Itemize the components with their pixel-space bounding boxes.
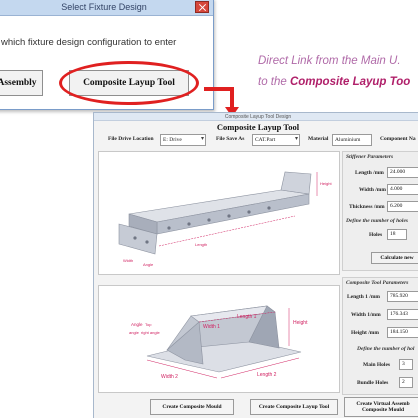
dialog-title-bar: Select Fixture Design <box>0 0 213 16</box>
bundle-holes-label: Bundle Holes <box>357 380 389 386</box>
diagram2-length2-label: Length 2 <box>257 372 277 378</box>
tool-length-label: Length 1 /mm <box>347 294 380 300</box>
create-composite-mould-button[interactable]: Create Composite Mould <box>150 399 234 415</box>
stiffener-width-label: Width /mm <box>359 187 386 193</box>
stiffener-parameters-panel: Stiffener Parameters Length /mm 24.000 W… <box>342 151 418 271</box>
select-fixture-dialog: Select Fixture Design which fixture desi… <box>0 0 214 110</box>
close-icon[interactable] <box>195 1 209 13</box>
diagram2-width2-label: Width 2 <box>161 374 178 380</box>
file-save-label: File Save As <box>216 136 245 142</box>
diagram2-angle-label: Angle <box>131 322 143 327</box>
window-title: Composite Layup Tool Design <box>94 113 418 121</box>
highlight-oval <box>59 61 199 105</box>
window-heading: Composite Layup Tool <box>216 122 300 132</box>
annotation-line2: to the Composite Layup Too <box>258 76 410 88</box>
file-drive-label: File Drive Location <box>108 136 154 142</box>
stiffener-length-label: Length /mm <box>355 170 384 176</box>
create-virtual-assembly-button[interactable]: Create Virtual Assemb Composite Mould <box>344 397 418 417</box>
annotation-highlight: Composite Layup Too <box>289 76 411 88</box>
calculate-new-button[interactable]: Calculate new <box>371 252 418 264</box>
diagram2-width1-label: Width 1 <box>203 324 220 330</box>
material-label: Material <box>308 136 329 142</box>
stiffener-holes-title: Define the number of holes <box>346 218 409 224</box>
composite-tool-diagram-panel: Width 1 Length 1 Height Width 2 Length 2… <box>98 285 340 393</box>
diagram2-angle-left-label: angle <box>129 330 140 335</box>
tool-length-input[interactable]: 785.920 <box>387 291 418 302</box>
annotation-line1: Direct Link from the Main U. <box>258 55 401 67</box>
stiffener-section-title: Stiffener Parameters <box>346 154 394 160</box>
tool-section-title: Composite Tool Parameters <box>346 280 409 286</box>
diagram1-length-label: Length <box>195 242 207 247</box>
dialog-title: Select Fixture Design <box>61 2 147 12</box>
composite-tool-diagram: Width 1 Length 1 Height Width 2 Length 2… <box>129 305 308 380</box>
file-save-select[interactable]: CAT.Part <box>252 134 300 146</box>
bundle-holes-input[interactable]: 2 <box>399 377 413 388</box>
screenshot-stage: Select Fixture Design which fixture desi… <box>0 0 418 418</box>
file-drive-select[interactable]: E: Drive <box>160 134 206 146</box>
main-holes-label: Main Holes <box>363 362 391 368</box>
stiffener-thickness-label: Thickness /mm <box>349 204 385 210</box>
tool-width-label: Width 1/mm <box>351 312 381 318</box>
main-holes-input[interactable]: 3 <box>399 359 413 370</box>
diagram1-width-label: Width <box>123 258 133 263</box>
file-settings-row: File Drive Location E: Drive File Save A… <box>94 134 418 148</box>
stiffener-holes-label: Holes <box>369 232 383 238</box>
tool-width-input[interactable]: 176.343 <box>387 309 418 320</box>
stiffener-width-input[interactable]: 4.000 <box>387 184 418 195</box>
assembly-button[interactable]: Assembly <box>0 70 43 96</box>
diagram1-height-label: Height <box>320 181 332 186</box>
diagram2-length1-label: Length 1 <box>237 314 257 320</box>
diagram2-right-angle-label: right angle <box>141 330 160 335</box>
stiffener-diagram: Length Height Width Angle <box>118 171 332 267</box>
diagram2-top-label: Top <box>145 322 152 327</box>
composite-tool-parameters-panel: Composite Tool Parameters Length 1 /mm 7… <box>342 277 418 395</box>
tool-holes-title: Define the number of hol <box>357 346 415 352</box>
dialog-prompt: which fixture design configuration to en… <box>1 37 177 48</box>
material-field[interactable]: Aluminium <box>332 134 372 146</box>
annotation-prefix: to the <box>258 76 290 88</box>
stiffener-thickness-input[interactable]: 6.200 <box>387 201 418 212</box>
diagram2-height-label: Height <box>293 320 308 326</box>
stiffener-diagram-panel: Length Height Width Angle <box>98 151 340 275</box>
create-virtual-line2: Composite Mould <box>361 407 404 413</box>
tool-height-input[interactable]: 184.150 <box>387 327 418 338</box>
stiffener-holes-input[interactable]: 18 <box>387 229 407 240</box>
diagram1-angle-label: Angle <box>143 262 154 267</box>
arrow-vertical <box>230 87 234 109</box>
stiffener-length-input[interactable]: 24.000 <box>387 167 418 178</box>
composite-layup-tool-window: Composite Layup Tool Design Composite La… <box>93 112 418 418</box>
component-name-label: Component Na <box>380 136 416 142</box>
tool-height-label: Height /mm <box>351 330 379 336</box>
create-composite-layup-tool-button[interactable]: Create Composite Layup Tool <box>250 399 338 415</box>
